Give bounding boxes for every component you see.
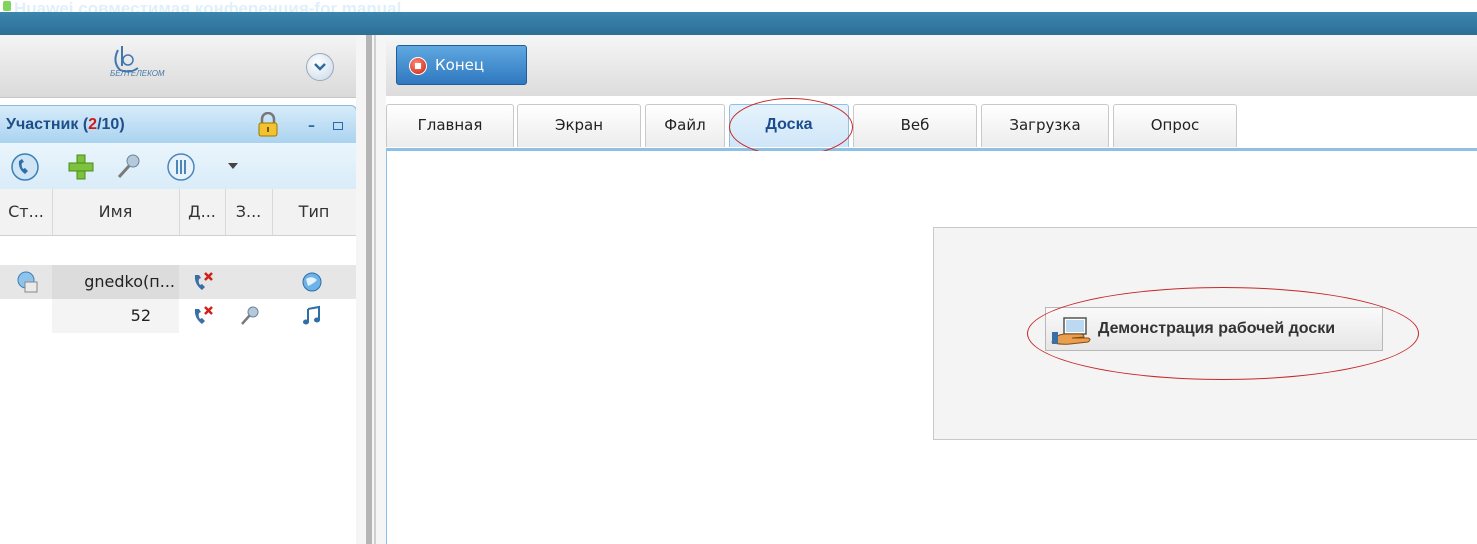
beltelecom-logo xyxy=(114,46,139,73)
stop-icon xyxy=(409,57,427,75)
app-icon xyxy=(3,1,11,11)
participants-count-current: 2 xyxy=(88,116,98,133)
toolbar-dropdown-icon[interactable] xyxy=(228,163,238,169)
tab-screen[interactable]: Экран xyxy=(517,104,641,147)
tab-upload[interactable]: Загрузка xyxy=(981,104,1109,147)
web-client-icon xyxy=(302,272,322,292)
call-icon[interactable] xyxy=(10,152,40,182)
column-status[interactable]: Ст... xyxy=(0,189,53,235)
participants-header: Участник (2/10) – xyxy=(0,105,357,145)
participant-name: gnedko(п... xyxy=(52,265,179,299)
panel-splitter[interactable] xyxy=(356,35,386,544)
participants-table-header: Ст... Имя Д... З... Тип xyxy=(0,189,356,236)
call-disconnected-icon xyxy=(194,306,213,324)
title-bar-strip xyxy=(0,12,1477,35)
participant-name: 52 xyxy=(52,299,179,333)
column-z[interactable]: З... xyxy=(225,189,273,235)
button-highlight-ellipse xyxy=(1027,287,1419,380)
call-disconnected-icon xyxy=(194,272,213,290)
end-conference-button[interactable]: Конец xyxy=(396,45,527,85)
column-name[interactable]: Имя xyxy=(52,189,180,235)
participants-label: Участник xyxy=(6,116,79,133)
logo-text: БЕЛТЕЛЕКОМ xyxy=(110,69,165,78)
column-d[interactable]: Д... xyxy=(179,189,226,235)
add-participant-icon[interactable] xyxy=(66,152,96,182)
lock-icon[interactable] xyxy=(257,112,279,138)
tab-file[interactable]: Файл xyxy=(645,104,725,147)
splitter-bar-light xyxy=(374,35,376,544)
tab-main[interactable]: Главная xyxy=(386,104,514,147)
microphone-icon[interactable] xyxy=(112,152,142,182)
audio-settings-icon[interactable] xyxy=(166,152,196,182)
host-status-icon xyxy=(17,271,38,293)
microphone-icon xyxy=(241,306,259,325)
participants-count-total: /10) xyxy=(97,116,125,133)
maximize-icon[interactable] xyxy=(333,122,343,130)
chevron-down-icon xyxy=(314,63,326,71)
participants-toolbar xyxy=(0,143,356,190)
splitter-bar xyxy=(366,35,372,544)
title-bar: Huawei совместимая конференция-for manua… xyxy=(0,0,1477,35)
table-row[interactable]: gnedko(п... xyxy=(0,265,356,299)
collapse-button[interactable] xyxy=(306,53,334,81)
tab-poll[interactable]: Опрос xyxy=(1113,104,1237,147)
logo-bar: БЕЛТЕЛЕКОМ xyxy=(0,35,364,98)
window-title: Huawei совместимая конференция-for manua… xyxy=(14,0,402,12)
column-type[interactable]: Тип xyxy=(272,189,356,235)
participants-empty-area xyxy=(0,333,357,544)
tab-bar: Главная Экран Файл Доска Веб Загрузка Оп… xyxy=(386,96,1477,151)
end-conference-label: Конец xyxy=(435,56,485,74)
left-panel: БЕЛТЕЛЕКОМ Участник (2/10) – Ст... Имя Д… xyxy=(0,35,364,544)
table-row[interactable]: 52 xyxy=(0,299,356,333)
tab-web[interactable]: Веб xyxy=(853,104,977,147)
participants-title: Участник (2/10) xyxy=(6,116,125,134)
tab-highlight-ellipse xyxy=(729,98,853,156)
minimize-icon[interactable]: – xyxy=(308,118,315,134)
audio-type-icon xyxy=(303,305,320,325)
main-toolbar: Конец xyxy=(386,35,1477,97)
